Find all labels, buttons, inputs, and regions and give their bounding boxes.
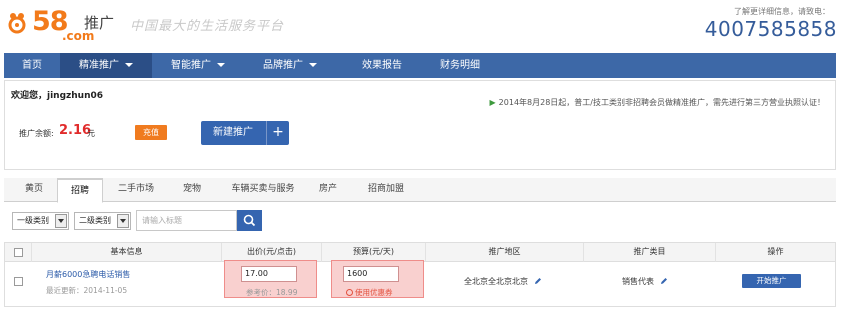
last-updated: 最近更新：2014-11-05 [46, 286, 128, 295]
budget-input[interactable]: 1600 [343, 266, 399, 282]
search-input[interactable]: 请输入标题 [136, 210, 237, 231]
edit-category-icon[interactable] [660, 277, 668, 285]
search-button[interactable] [237, 210, 262, 231]
logo-product: 推广 [84, 14, 115, 32]
select-all-checkbox[interactable] [14, 248, 23, 257]
edit-region-icon[interactable] [534, 277, 542, 285]
category2-select[interactable]: 二级类别 [74, 212, 131, 230]
new-campaign-label: 新建推广 [213, 127, 253, 138]
header-basic-info: 基本信息 [31, 243, 221, 262]
welcome-text: 欢迎您，jingzhun06 [11, 91, 104, 101]
caret-down-icon [125, 63, 133, 67]
contact-phone: 4007585858 [704, 17, 837, 41]
account-panel: 欢迎您，jingzhun06 ▶ 2014年8月28日起，普工/技工类别非招聘会员… [4, 80, 836, 170]
dropdown-icon [117, 214, 129, 228]
caret-down-icon [309, 63, 317, 67]
nav-item-precise[interactable]: 精准推广 [60, 53, 152, 78]
main-nav: 首页 精准推广 智能推广 品牌推广 效果报告 财务明细 [4, 53, 836, 78]
header-category: 推广类目 [583, 243, 715, 262]
start-promotion-button[interactable]: 开始推广 [742, 274, 801, 288]
coupon-label: 使用优惠券 [355, 288, 393, 297]
category2-value: 二级类别 [79, 216, 111, 225]
coupon-icon [346, 289, 353, 296]
header-region: 推广地区 [425, 243, 583, 262]
new-campaign-button[interactable]: 新建推广 + [201, 121, 289, 145]
tab-recruitment[interactable]: 招聘 [57, 178, 103, 203]
nav-item-brand[interactable]: 品牌推广 [244, 53, 336, 78]
nav-item-label: 财务明细 [440, 60, 480, 71]
reference-price: 参考价：18.99 [246, 288, 298, 297]
plus-icon: + [266, 121, 289, 145]
bid-input[interactable]: 17.00 [241, 266, 297, 282]
header: 58 .com 推广 中国最大的生活服务平台 了解更详细信息，请致电： 4007… [0, 0, 842, 50]
contact-label: 了解更详细信息，请致电： [734, 7, 830, 16]
use-coupon-link[interactable]: 使用优惠券 [346, 287, 393, 298]
caret-down-icon [217, 63, 225, 67]
nav-item-report[interactable]: 效果报告 [336, 53, 428, 78]
nav-item-label: 首页 [22, 60, 42, 71]
nav-item-label: 品牌推广 [263, 60, 303, 71]
balance-unit: 元 [87, 129, 95, 138]
slogan: 中国最大的生活服务平台 [130, 19, 285, 34]
notice: ▶ 2014年8月28日起，普工/技工类别非招聘会员做精准推广，需先进行第三方营业… [490, 97, 825, 108]
nav-item-label: 精准推广 [79, 60, 119, 71]
balance-label: 推广余额: [19, 129, 54, 138]
tab-pets[interactable]: 宠物 [172, 178, 212, 202]
category-cell: 销售代表 [622, 276, 668, 287]
tab-second-hand[interactable]: 二手市场 [108, 178, 164, 202]
nav-item-label: 智能推广 [171, 60, 211, 71]
campaign-table: 基本信息 出价(元/点击) 预算(元/天) 推广地区 推广类目 操作 月薪600… [4, 242, 836, 307]
nav-item-smart[interactable]: 智能推广 [152, 53, 244, 78]
row-checkbox[interactable] [14, 277, 23, 286]
category-value: 销售代表 [622, 277, 654, 286]
ad-title-link[interactable]: 月薪6000急聘电话销售 [46, 269, 130, 280]
header-action: 操作 [715, 243, 835, 262]
nav-item-home[interactable]: 首页 [4, 53, 60, 78]
nav-item-finance[interactable]: 财务明细 [428, 53, 492, 78]
filter-bar: 一级类别 二级类别 请输入标题 [4, 202, 836, 240]
dropdown-icon [55, 214, 67, 228]
region-cell: 全北京全北京北京 [464, 276, 542, 287]
notice-icon: ▶ [489, 98, 496, 107]
logo[interactable]: 58 .com 推广 [4, 6, 124, 44]
page: 58 .com 推广 中国最大的生活服务平台 了解更详细信息，请致电： 4007… [0, 0, 842, 309]
tab-franchise[interactable]: 招商加盟 [358, 178, 414, 202]
region-value: 全北京全北京北京 [464, 277, 528, 286]
recharge-button[interactable]: 充值 [135, 125, 167, 140]
category-tabs: 黄页 招聘 二手市场 宠物 车辆买卖与服务 房产 招商加盟 [4, 178, 836, 203]
tab-yellow-pages[interactable]: 黄页 [14, 178, 54, 202]
nav-item-label: 效果报告 [362, 60, 402, 71]
category1-select[interactable]: 一级类别 [12, 212, 69, 230]
logo-mascot-icon [8, 13, 26, 34]
tab-vehicles[interactable]: 车辆买卖与服务 [224, 178, 302, 202]
search-icon [243, 214, 256, 227]
notice-text: 2014年8月28日起，普工/技工类别非招聘会员做精准推广，需先进行第三方营业执… [498, 98, 825, 107]
tab-housing[interactable]: 房产 [308, 178, 348, 202]
category1-value: 一级类别 [17, 216, 49, 225]
